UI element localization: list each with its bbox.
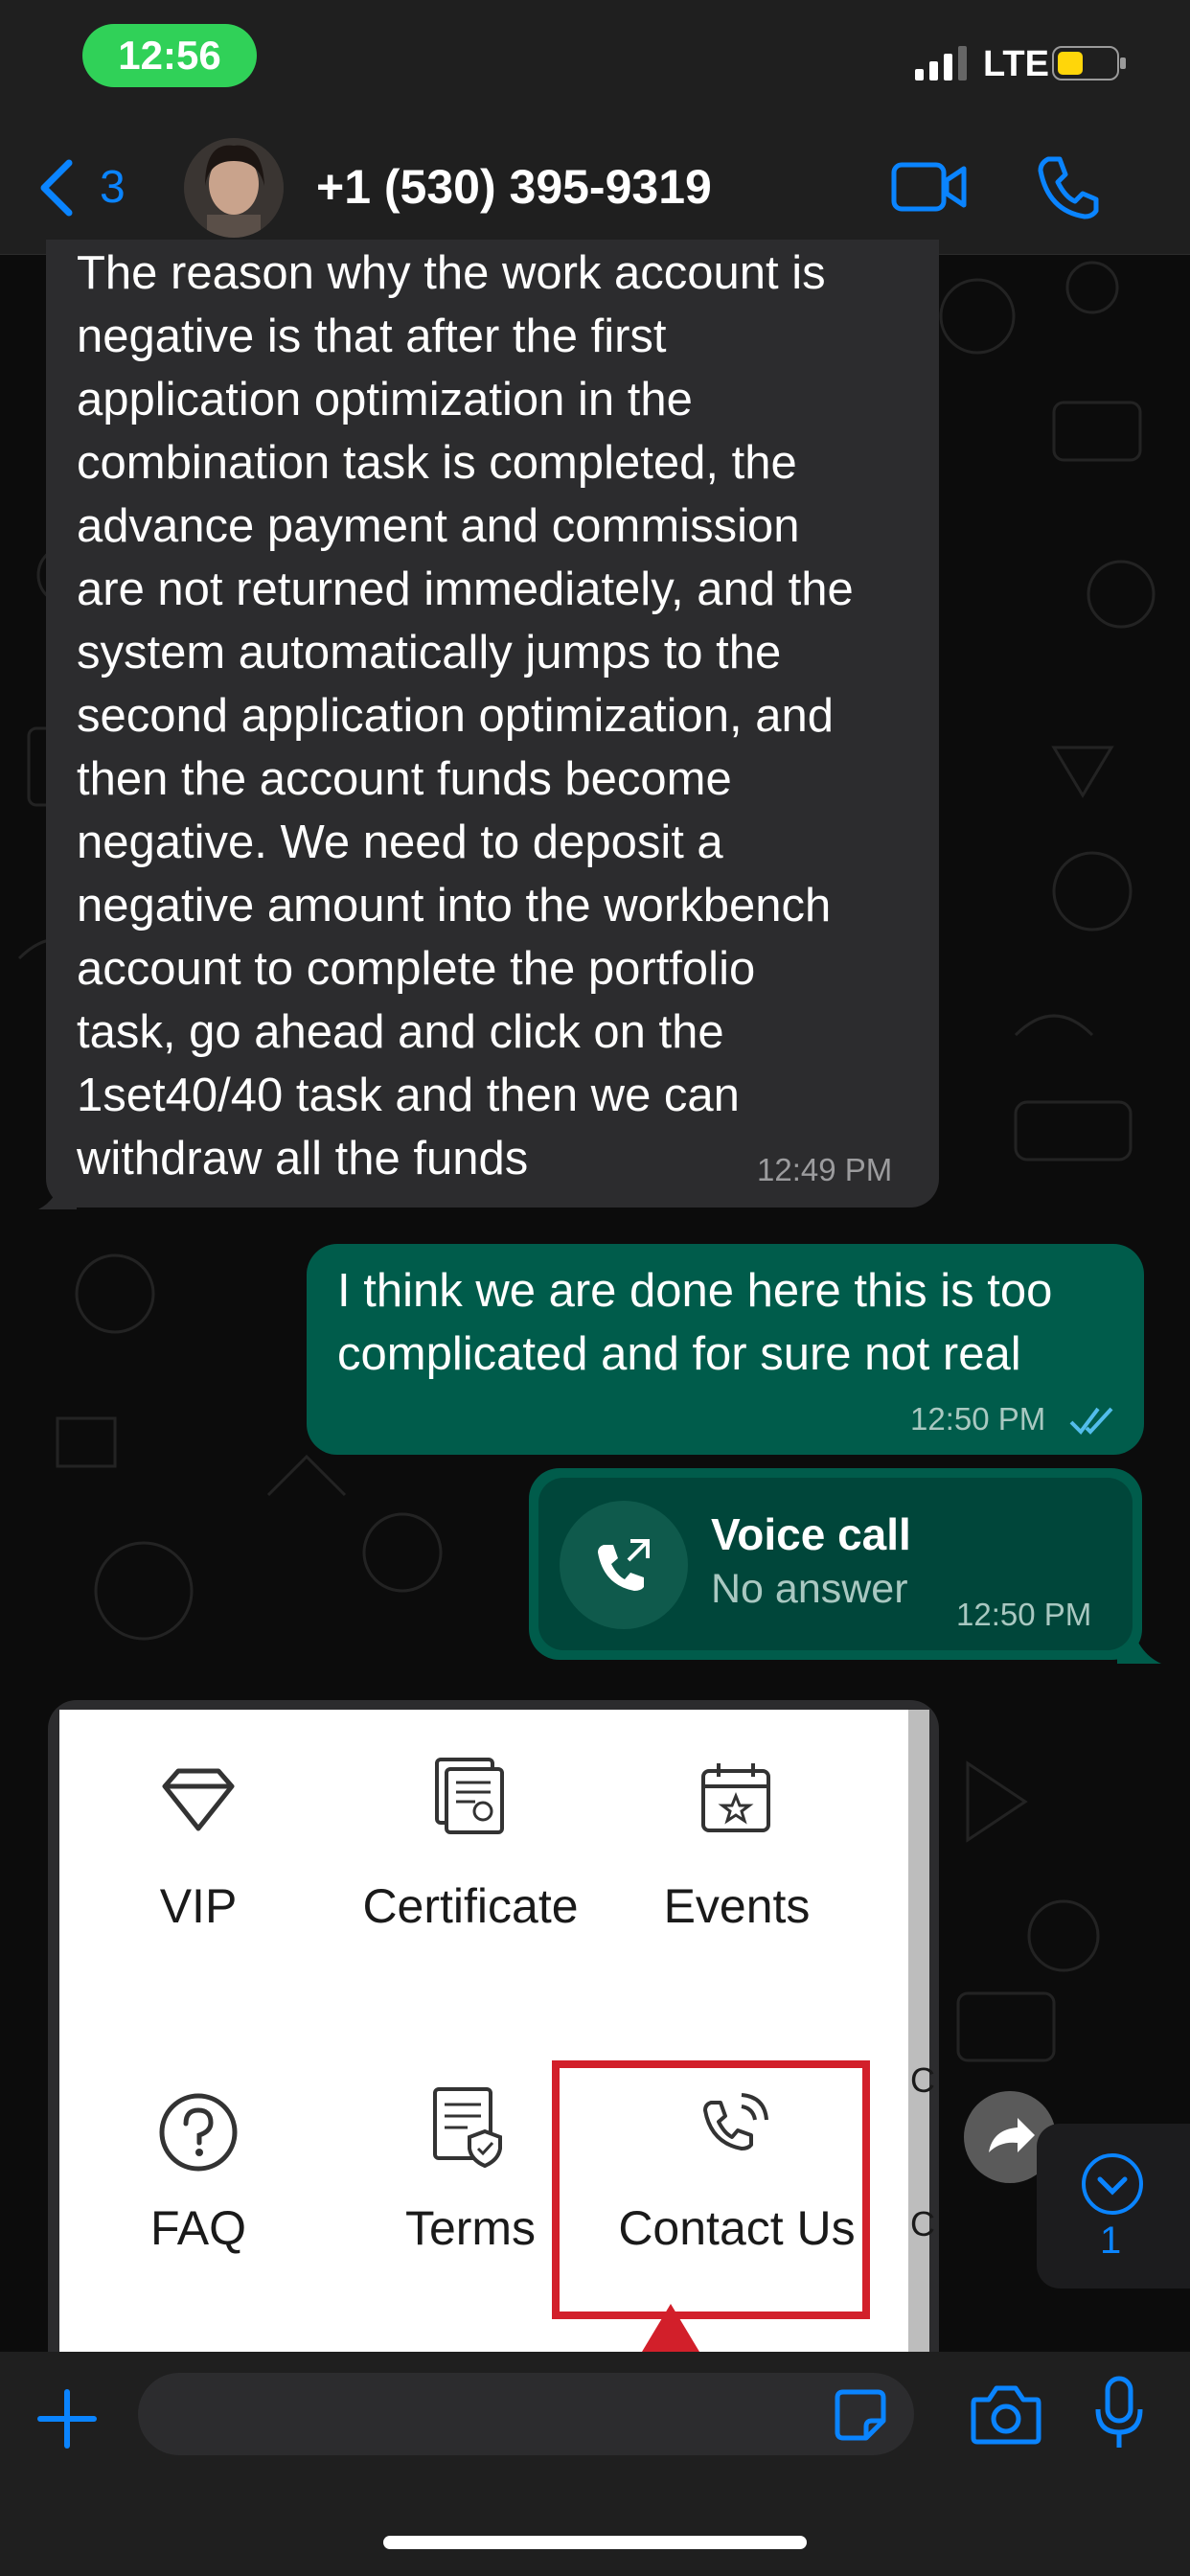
certificate-icon	[427, 1754, 514, 1845]
call-status: No answer	[711, 1566, 908, 1612]
tile-label-certificate: Certificate	[362, 1879, 579, 1933]
read-receipt-icon	[1069, 1405, 1119, 1436]
document-shield-icon	[425, 2083, 512, 2174]
incoming-message-time: 12:49 PM	[757, 1152, 893, 1187]
phone-icon[interactable]	[1035, 153, 1102, 220]
home-indicator[interactable]	[383, 2536, 807, 2549]
tile-label-vip: VIP	[159, 1879, 238, 1933]
call-title: Voice call	[711, 1509, 911, 1559]
back-chevron-icon[interactable]	[34, 157, 77, 218]
incoming-message-text: The reason why the work account is negat…	[77, 247, 854, 1184]
highlight-box	[552, 2060, 870, 2319]
video-call-icon[interactable]	[891, 155, 968, 218]
tile-label-faq: FAQ	[149, 2201, 247, 2255]
call-time: 12:50 PM	[956, 1597, 1092, 1632]
outgoing-message-text: I think we are done here this is too com…	[337, 1265, 1053, 1380]
sticker-icon[interactable]	[834, 2388, 887, 2442]
signal-icon	[915, 46, 969, 80]
tile-label-events: Events	[663, 1879, 811, 1933]
cropped-text: C	[910, 2060, 935, 2100]
contact-name[interactable]: +1 (530) 395-9319	[316, 159, 712, 215]
camera-icon[interactable]	[970, 2382, 1042, 2446]
outgoing-message-time: 12:50 PM	[910, 1401, 1046, 1437]
message-input[interactable]	[138, 2373, 914, 2455]
back-unread-count[interactable]: 3	[100, 161, 126, 214]
calendar-star-icon	[698, 1760, 774, 1841]
microphone-icon[interactable]	[1092, 2375, 1146, 2451]
outgoing-call-icon	[588, 1530, 659, 1600]
screenshot-edge	[908, 1710, 929, 2352]
network-label: LTE	[983, 44, 1049, 84]
red-arrow-icon	[632, 2294, 709, 2352]
plus-icon[interactable]	[34, 2386, 100, 2451]
avatar[interactable]	[184, 138, 284, 238]
bubble-tail	[38, 1171, 77, 1209]
unread-badge: 1	[1100, 2220, 1122, 2262]
cropped-text: C	[910, 2204, 935, 2243]
chevron-down-icon[interactable]	[1081, 2152, 1144, 2216]
status-time: 12:56	[82, 24, 257, 87]
battery-icon	[1052, 46, 1127, 80]
diamond-icon	[155, 1767, 241, 1839]
question-icon	[155, 2089, 241, 2180]
